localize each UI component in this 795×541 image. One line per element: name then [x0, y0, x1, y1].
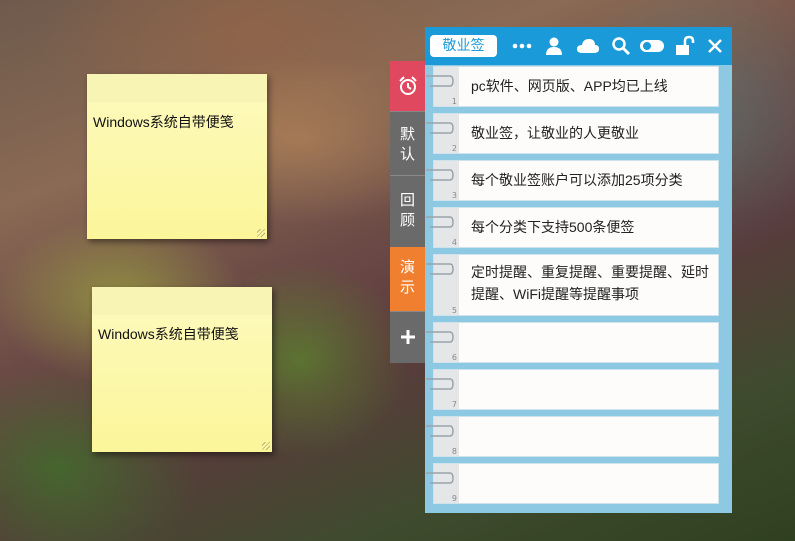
row-number: 5: [451, 306, 457, 315]
plus-icon: [401, 330, 415, 344]
category-tabs: 默 认 回 顾 演 示: [390, 61, 425, 363]
note-text[interactable]: 定时提醒、重复提醒、重要提醒、延时提醒、WiFi提醒等提醒事项: [471, 261, 712, 305]
tab-review[interactable]: 回 顾: [390, 175, 425, 247]
row-number: 4: [451, 238, 457, 247]
row-number: 6: [451, 353, 457, 362]
note-row[interactable]: 7: [433, 369, 719, 410]
tab-default-label-1: 默: [399, 125, 415, 143]
sticky-note-text[interactable]: Windows系统自带便笺: [93, 112, 234, 132]
tab-demo-label-1: 演: [399, 258, 415, 276]
brand-logo[interactable]: 敬业签: [430, 35, 497, 57]
lock-icon[interactable]: [673, 35, 695, 57]
note-row[interactable]: 2 敬业签，让敬业的人更敬业: [433, 113, 719, 154]
paperclip-icon: [426, 472, 454, 484]
row-number: 8: [451, 447, 457, 456]
row-number: 3: [451, 191, 457, 200]
panel-header[interactable]: 敬业签: [425, 27, 732, 65]
paperclip-icon: [426, 263, 454, 275]
tab-demo-label-2: 示: [399, 278, 415, 296]
sticky-note-titlebar[interactable]: [92, 287, 272, 316]
note-row[interactable]: 4 每个分类下支持500条便签: [433, 207, 719, 248]
search-icon[interactable]: [610, 35, 632, 57]
note-row[interactable]: 6: [433, 322, 719, 363]
tab-demo[interactable]: 演 示: [390, 247, 425, 311]
row-number: 2: [451, 144, 457, 153]
alarm-clock-icon: [399, 76, 417, 95]
paperclip-icon: [426, 425, 454, 437]
sticky-note-text[interactable]: Windows系统自带便笺: [98, 324, 239, 344]
user-icon[interactable]: [543, 35, 565, 57]
sticky-note-titlebar[interactable]: [87, 74, 267, 103]
resize-grip-icon[interactable]: [257, 229, 265, 237]
cloud-icon[interactable]: [576, 35, 600, 57]
note-text[interactable]: pc软件、网页版、APP均已上线: [471, 75, 712, 97]
row-number: 7: [451, 400, 457, 409]
row-number: 1: [451, 97, 457, 106]
note-row[interactable]: 9: [433, 463, 719, 504]
paperclip-icon: [426, 216, 454, 228]
paperclip-icon: [426, 75, 454, 87]
note-row[interactable]: 3 每个敬业签账户可以添加25项分类: [433, 160, 719, 201]
desktop-sticky-note[interactable]: Windows系统自带便笺: [92, 287, 272, 452]
tab-review-label-1: 回: [399, 191, 415, 209]
note-row[interactable]: 1 pc软件、网页版、APP均已上线: [433, 66, 719, 107]
paperclip-icon: [426, 378, 454, 390]
more-icon[interactable]: [511, 35, 533, 57]
tab-default-label-2: 认: [399, 145, 415, 163]
note-text[interactable]: 每个敬业签账户可以添加25项分类: [471, 169, 712, 191]
toggle-icon[interactable]: [639, 35, 665, 57]
tab-default[interactable]: 默 认: [390, 111, 425, 175]
paperclip-icon: [426, 122, 454, 134]
resize-grip-icon[interactable]: [262, 442, 270, 450]
paperclip-icon: [426, 331, 454, 343]
row-number: 9: [451, 494, 457, 503]
alarm-tab[interactable]: [390, 61, 425, 111]
note-row[interactable]: 8: [433, 416, 719, 457]
desktop-sticky-note[interactable]: Windows系统自带便笺: [87, 74, 267, 239]
note-row[interactable]: 5 定时提醒、重复提醒、重要提醒、延时提醒、WiFi提醒等提醒事项: [433, 254, 719, 316]
add-tab[interactable]: [390, 311, 425, 363]
tab-review-label-2: 顾: [399, 211, 415, 229]
paperclip-icon: [426, 169, 454, 181]
note-text[interactable]: 敬业签，让敬业的人更敬业: [471, 122, 712, 144]
note-text[interactable]: 每个分类下支持500条便签: [471, 216, 712, 238]
close-icon[interactable]: [704, 35, 726, 57]
